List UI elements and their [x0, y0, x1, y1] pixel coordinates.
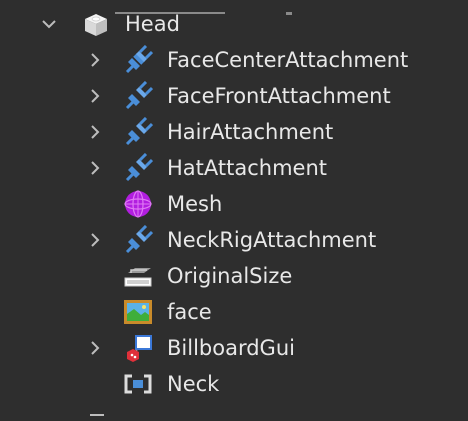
decal-icon [122, 296, 154, 328]
attachment-icon [122, 152, 154, 184]
mesh-icon [122, 188, 154, 220]
chevron-right-icon[interactable] [86, 51, 104, 69]
tree-item-label: FaceCenterAttachment [167, 48, 409, 72]
tree-item-hatattachment[interactable]: HatAttachment [0, 150, 468, 186]
attachment-icon [122, 224, 154, 256]
tree-item-label: NeckRigAttachment [167, 228, 377, 252]
next-row-fragment [88, 402, 108, 416]
chevron-right-icon[interactable] [86, 87, 104, 105]
tree-item-mesh[interactable]: Mesh [0, 186, 468, 222]
previous-row-fragment [0, 0, 468, 15]
tree-item-hairattachment[interactable]: HairAttachment [0, 114, 468, 150]
tree-item-label: face [167, 300, 212, 324]
tree-item-facefrontattachment[interactable]: FaceFrontAttachment [0, 78, 468, 114]
billboardgui-icon [122, 332, 154, 364]
chevron-right-icon[interactable] [86, 339, 104, 357]
tree-item-neckrigattachment[interactable]: NeckRigAttachment [0, 222, 468, 258]
tree-item-label: Mesh [167, 192, 223, 216]
explorer-tree: Head FaceCenterAttachment FaceFrontAttac… [0, 0, 468, 416]
tree-item-billboardgui[interactable]: BillboardGui [0, 330, 468, 366]
chevron-right-icon[interactable] [86, 123, 104, 141]
attachment-icon [122, 116, 154, 148]
attachment-icon [122, 80, 154, 112]
tree-item-label: Head [125, 12, 180, 36]
tree-item-label: BillboardGui [167, 336, 295, 360]
tree-item-label: HatAttachment [167, 156, 328, 180]
motor6d-icon [122, 368, 154, 400]
tree-item-label: OriginalSize [167, 264, 293, 288]
tree-item-label: Neck [167, 372, 220, 396]
part-icon [80, 8, 112, 40]
chevron-right-icon[interactable] [86, 159, 104, 177]
tree-item-face[interactable]: face [0, 294, 468, 330]
tree-item-label: HairAttachment [167, 120, 334, 144]
chevron-right-icon[interactable] [86, 231, 104, 249]
tree-item-originalsize[interactable]: OriginalSize [0, 258, 468, 294]
chevron-down-icon[interactable] [40, 15, 58, 33]
tree-item-label: FaceFrontAttachment [167, 84, 391, 108]
attachment-icon [122, 44, 154, 76]
vector3-value-icon [122, 260, 154, 292]
tree-item-head[interactable]: Head [0, 6, 468, 42]
tree-item-neck[interactable]: Neck [0, 366, 468, 402]
tree-item-facecenterattachment[interactable]: FaceCenterAttachment [0, 42, 468, 78]
